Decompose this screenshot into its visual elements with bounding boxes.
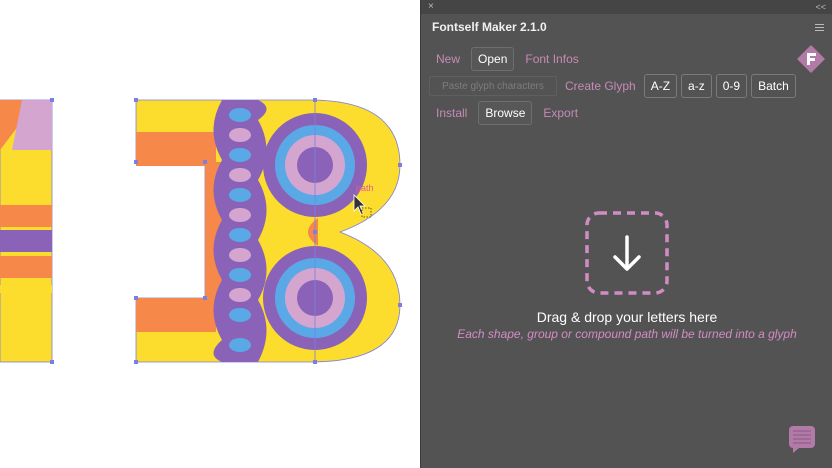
- output-tabs: Install Browse Export: [429, 101, 585, 125]
- panel-title: Fontself Maker 2.1.0: [432, 20, 547, 34]
- uppercase-button[interactable]: A-Z: [643, 74, 678, 98]
- batch-button[interactable]: Batch: [751, 74, 796, 98]
- collapse-icon[interactable]: <<: [815, 1, 826, 13]
- left-letter-shape[interactable]: [0, 99, 53, 363]
- tab-open[interactable]: Open: [471, 47, 515, 71]
- cursor-tooltip: path: [356, 183, 374, 193]
- hamburger-icon[interactable]: [815, 24, 824, 31]
- file-tabs: New Open Font Infos: [429, 47, 586, 71]
- chat-support-icon[interactable]: [787, 424, 817, 454]
- download-arrow-icon: [585, 211, 669, 295]
- create-glyph-button[interactable]: Create Glyph: [565, 79, 636, 93]
- letter-b-shape[interactable]: [50, 98, 402, 364]
- tab-install[interactable]: Install: [429, 101, 474, 125]
- tab-export[interactable]: Export: [536, 101, 585, 125]
- lowercase-button[interactable]: a-z: [681, 74, 712, 98]
- glyph-characters-input[interactable]: Paste glyph characters: [429, 76, 557, 96]
- tab-browse[interactable]: Browse: [478, 101, 533, 125]
- artboard-canvas[interactable]: path: [0, 0, 420, 468]
- fontself-logo-icon: [797, 45, 825, 73]
- close-icon[interactable]: ×: [428, 1, 434, 13]
- letter-artwork[interactable]: [0, 0, 420, 468]
- drop-subtitle: Each shape, group or compound path will …: [457, 327, 797, 341]
- tab-new[interactable]: New: [429, 47, 467, 71]
- glyph-creation-row: Paste glyph characters Create Glyph A-Z …: [429, 74, 796, 98]
- digits-button[interactable]: 0-9: [715, 74, 748, 98]
- tab-font-infos[interactable]: Font Infos: [518, 47, 585, 71]
- drop-zone[interactable]: Drag & drop your letters here Each shape…: [421, 210, 832, 341]
- fontself-panel: × << Fontself Maker 2.1.0 New Open Font …: [420, 0, 832, 468]
- panel-topbar: × <<: [421, 0, 832, 14]
- drop-title: Drag & drop your letters here: [536, 309, 718, 325]
